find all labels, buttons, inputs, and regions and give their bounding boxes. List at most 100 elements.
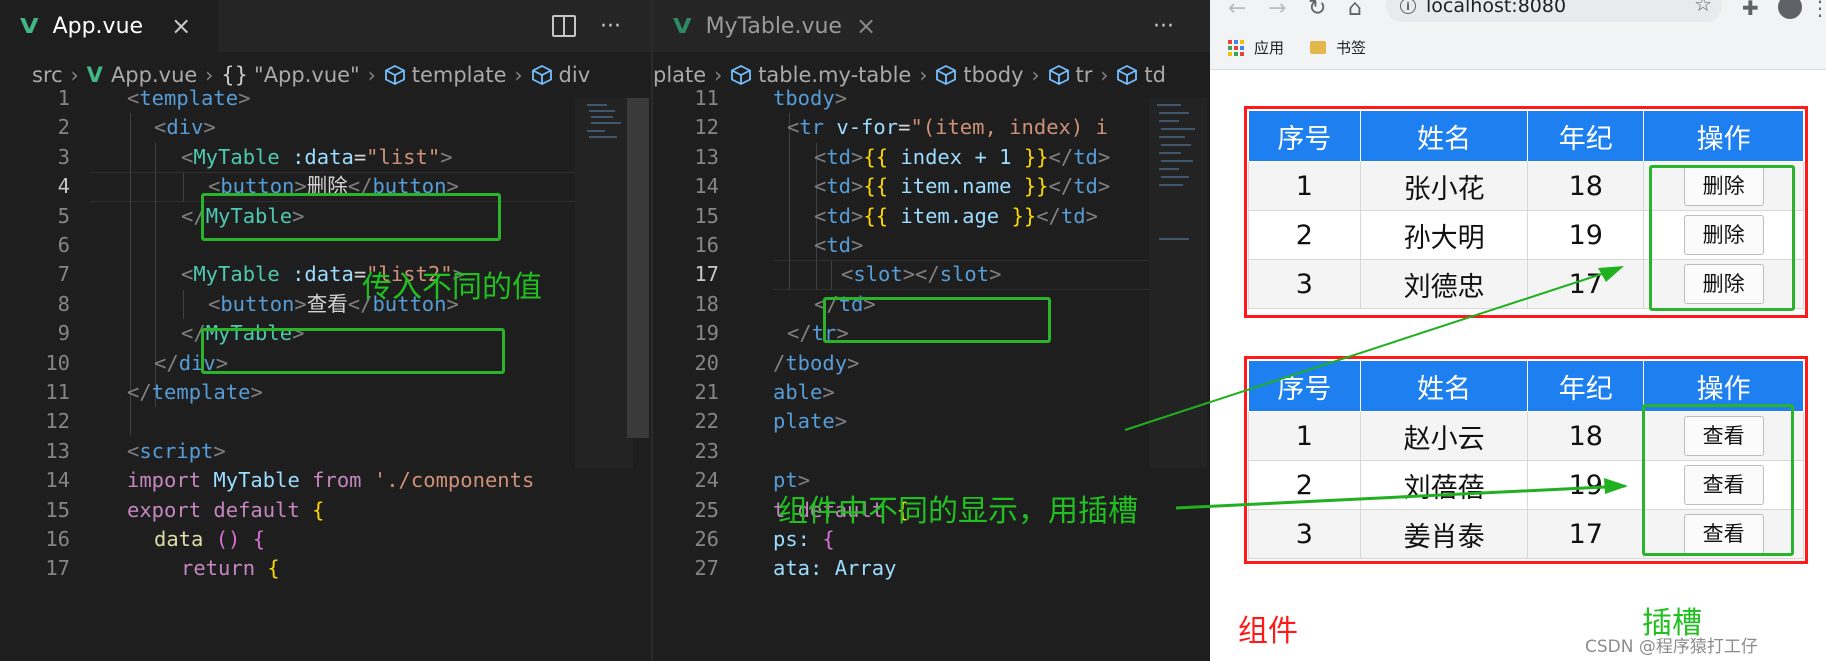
code-line: 17 <slot></slot> — [653, 260, 1210, 289]
code-token: tbody — [773, 86, 835, 110]
minimap-line — [1161, 160, 1193, 162]
code-token: ps: — [773, 527, 811, 551]
code-line: 15 <td>{{ item.age }}</td> — [653, 202, 1210, 231]
line-number: 19 — [694, 321, 719, 346]
cell-name: 张小花 — [1359, 161, 1529, 211]
line-number: 16 — [45, 527, 70, 551]
minimap-line — [1159, 184, 1183, 186]
vue-file-icon: V — [673, 14, 692, 38]
editor-pane-mytable-vue: V MyTable.vue × ··· plate › table.my-tab… — [653, 0, 1210, 661]
cell-index: 3 — [1248, 259, 1361, 309]
bookmark-folder[interactable]: 书签 — [1310, 37, 1366, 58]
code-line: 20/tbody> — [653, 349, 1210, 378]
tab-mytable-vue[interactable]: V MyTable.vue × — [653, 0, 885, 52]
menu-icon[interactable]: ⋮ — [1810, 0, 1826, 20]
address-bar[interactable]: i localhost:8080 ☆ — [1386, 0, 1722, 22]
back-icon[interactable]: ← — [1228, 0, 1246, 21]
cell-name: 孙大明 — [1359, 210, 1529, 260]
editor-pane-app-vue: V App.vue × ··· src › V App.vue › {} "Ap… — [0, 0, 651, 661]
close-icon[interactable]: × — [856, 12, 876, 40]
line-number: 23 — [694, 438, 719, 463]
code-token: 查看 — [306, 291, 348, 316]
code-token: return — [181, 556, 256, 581]
code-line: 11 tbody> — [653, 84, 1210, 113]
minimap-line — [1161, 176, 1189, 178]
cell-age: 17 — [1527, 509, 1645, 559]
code-token: './components — [373, 468, 535, 493]
more-actions-icon[interactable]: ··· — [600, 14, 621, 39]
line-number: 22 — [694, 409, 719, 434]
line-number: 24 — [694, 468, 719, 493]
code-token: MyTable — [213, 468, 300, 493]
line-number: 27 — [694, 556, 719, 581]
minimap-line — [589, 136, 617, 138]
bookmark-star-icon[interactable]: ☆ — [1694, 0, 1712, 16]
minimap[interactable] — [575, 98, 633, 468]
code-line: 13 <script> — [0, 437, 651, 466]
cell-index: 2 — [1248, 210, 1361, 260]
bookmark-apps[interactable]: 应用 — [1228, 37, 1284, 58]
editor-tabbar: V MyTable.vue × ··· — [653, 0, 1210, 52]
code-line: 3 <MyTable :data="list"> — [0, 143, 651, 172]
code-line: 7 <MyTable :data="list2"> — [0, 260, 651, 289]
cell-age: 18 — [1527, 411, 1645, 461]
line-number: 7 — [57, 262, 70, 287]
home-icon[interactable]: ⌂ — [1348, 0, 1362, 21]
extensions-icon[interactable]: ✚ — [1742, 0, 1759, 20]
annotation-pass-values: 传入不同的值 — [362, 270, 542, 305]
tab-label: App.vue — [52, 13, 144, 39]
forward-icon[interactable]: → — [1268, 0, 1286, 21]
info-icon[interactable]: i — [1400, 0, 1416, 14]
apps-grid-icon — [1228, 39, 1244, 56]
cell-index: 1 — [1248, 411, 1361, 461]
line-number: 20 — [694, 350, 719, 375]
code-line: 1 <template> — [0, 84, 651, 113]
code-token: template — [151, 380, 251, 404]
reload-icon[interactable]: ↻ — [1308, 0, 1326, 21]
cell-index: 1 — [1248, 161, 1361, 211]
code-line: 27 ata: Array — [653, 554, 1210, 583]
element-icon — [936, 64, 957, 86]
close-icon[interactable]: × — [171, 12, 191, 40]
minimap-line — [587, 130, 605, 132]
code-token: button — [220, 291, 295, 316]
editor-actions: ··· — [552, 0, 621, 52]
code-token: export — [127, 497, 202, 522]
code-token: MyTable — [193, 262, 280, 287]
cell-age: 19 — [1527, 210, 1645, 260]
minimap-line — [591, 122, 621, 124]
minimap-line — [1161, 144, 1191, 146]
element-icon — [731, 64, 752, 86]
profile-avatar[interactable] — [1778, 0, 1802, 19]
line-number: 15 — [694, 203, 719, 228]
tab-app-vue[interactable]: V App.vue × — [0, 0, 218, 52]
annotation-slot-note: 组件中不同的显示，用插槽 — [778, 494, 1138, 529]
line-number: 13 — [694, 144, 719, 169]
code-token: import — [127, 468, 202, 493]
editor-actions: ··· — [1153, 0, 1174, 52]
code-token: :data — [292, 144, 354, 169]
column-header: 年纪 — [1527, 360, 1645, 412]
minimap[interactable] — [1149, 98, 1207, 468]
minimap-line — [1157, 104, 1181, 106]
split-editor-icon[interactable] — [552, 15, 576, 37]
element-icon — [531, 64, 552, 86]
cell-age: 17 — [1527, 259, 1645, 309]
line-number: 1 — [57, 86, 70, 110]
code-token: default — [213, 497, 300, 522]
line-number: 5 — [57, 203, 70, 228]
highlight-box-delete-button — [201, 193, 501, 241]
vue-file-icon: V — [20, 14, 39, 38]
scrollbar[interactable] — [627, 98, 649, 438]
code-token: script — [139, 438, 214, 463]
code-token: able — [773, 380, 823, 404]
code-line: 16 <td> — [653, 231, 1210, 260]
cell-name: 赵小云 — [1359, 411, 1529, 461]
minimap-line — [587, 104, 607, 106]
minimap-line — [1161, 128, 1195, 130]
code-line: 14 import MyTable from './components — [0, 466, 651, 495]
code-line: 21 able> — [653, 378, 1210, 407]
browser-window: ← → ↻ ⌂ i localhost:8080 ☆ ✚ ⋮ 应用 书签 序号 … — [1210, 0, 1826, 661]
more-actions-icon[interactable]: ··· — [1153, 14, 1174, 39]
code-line: 14 <td>{{ item.name }}</td> — [653, 172, 1210, 201]
